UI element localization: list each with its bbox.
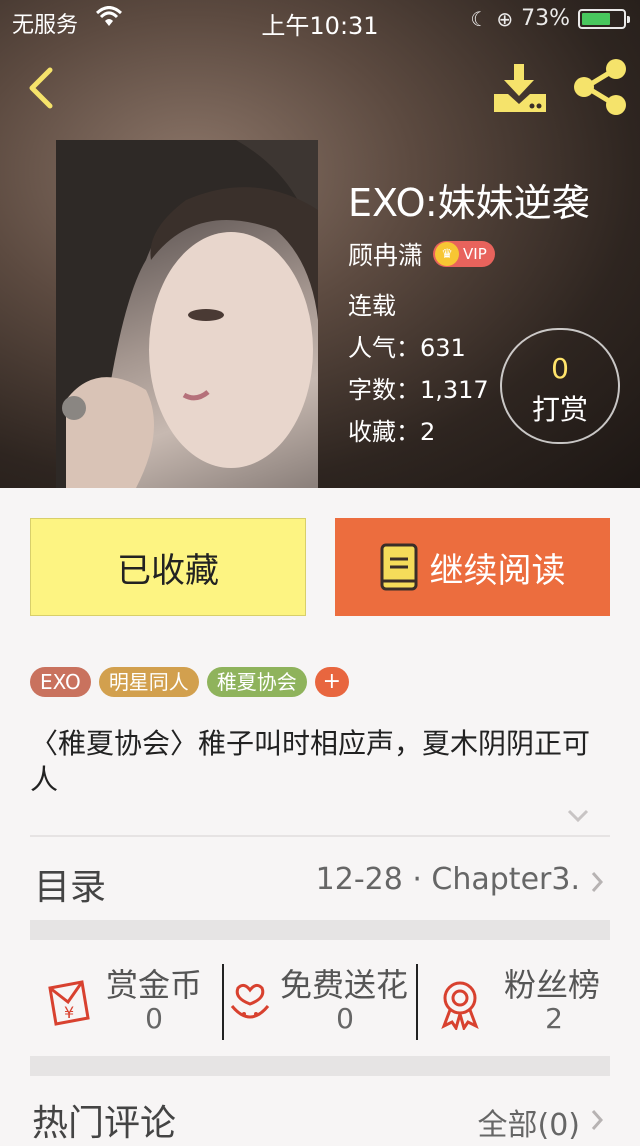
book-favorites: 收藏：2 — [348, 418, 436, 446]
flower-icon — [230, 983, 270, 1019]
section-separator — [30, 920, 610, 940]
chevron-down-icon[interactable] — [566, 808, 590, 824]
back-icon[interactable] — [22, 62, 66, 114]
red-envelope-icon: ¥ — [48, 980, 90, 1026]
book-popularity: 人气：631 — [348, 334, 466, 362]
stat-free-flower[interactable]: 免费送花 0 — [224, 958, 416, 1048]
book-cover-image[interactable] — [56, 140, 318, 488]
all-comments-link[interactable]: 全部(0) — [478, 1100, 581, 1144]
battery-percent: 73% — [521, 6, 570, 31]
latest-chapter: 12-28 · Chapter3. — [315, 862, 580, 897]
stat-value: 0 — [145, 1002, 163, 1035]
book-title: EXO:妹妹逆袭 — [348, 181, 590, 225]
vip-badge: ♛ VIP — [433, 241, 495, 267]
status-bar: 无服务 上午10:31 ☾ ⊕ 73% — [0, 0, 640, 40]
book-description: 〈稚夏协会〉稚子叫时相应声，夏木阴阴正可人 — [30, 727, 591, 796]
tag-item[interactable]: EXO — [30, 667, 91, 697]
battery-icon — [578, 8, 630, 29]
tag-item[interactable]: 明星同人 — [98, 667, 199, 697]
hot-comments-title: 热门评论 — [32, 1103, 177, 1144]
stat-label: 免费送花 — [280, 966, 409, 1004]
stat-value: 0 — [336, 1002, 354, 1035]
book-icon — [380, 543, 417, 591]
stat-gold-coin[interactable]: ¥ 赏金币 0 — [30, 958, 222, 1048]
share-icon[interactable] — [570, 58, 630, 116]
svg-text:¥: ¥ — [64, 1003, 74, 1022]
rotation-lock-icon: ⊕ — [496, 6, 514, 31]
book-header: 无服务 上午10:31 ☾ ⊕ 73% EXO:妹妹逆袭 顾冉潇 ♛ VIP 连… — [0, 0, 640, 488]
vip-label: VIP — [463, 245, 487, 263]
stats-row: ¥ 赏金币 0 免费送花 0 粉丝榜 2 — [30, 958, 610, 1048]
medal-icon — [441, 981, 479, 1030]
toc-label: 目录 — [34, 867, 107, 908]
stat-fan-ranking[interactable]: 粉丝榜 2 — [418, 958, 610, 1048]
author-name[interactable]: 顾冉潇 — [348, 236, 423, 272]
author-row: 顾冉潇 ♛ VIP — [348, 236, 495, 272]
stat-value: 2 — [545, 1002, 563, 1035]
book-word-count: 字数：1,317 — [348, 376, 489, 404]
download-icon[interactable] — [490, 60, 550, 114]
tag-item[interactable]: 稚夏协会 — [206, 667, 307, 697]
divider — [30, 835, 610, 837]
cover-illustration — [56, 140, 318, 488]
continue-reading-button[interactable]: 继续阅读 — [335, 518, 610, 616]
battery-fill — [582, 12, 611, 25]
moon-icon: ☾ — [470, 6, 489, 31]
favorited-button[interactable]: 已收藏 — [30, 518, 306, 616]
table-of-contents-row[interactable]: 目录 12-28 · Chapter3. — [30, 856, 610, 908]
reward-button[interactable]: 0 打赏 — [500, 328, 620, 444]
status-right: ☾ ⊕ 73% — [470, 6, 630, 31]
stat-label: 赏金币 — [106, 966, 203, 1004]
book-status: 连载 — [348, 292, 396, 320]
chevron-right-icon[interactable] — [590, 1108, 604, 1132]
reward-label: 打赏 — [531, 393, 588, 426]
add-tag-button[interactable]: + — [314, 667, 349, 697]
favorited-label: 已收藏 — [117, 550, 219, 591]
crown-icon: ♛ — [435, 242, 460, 266]
tag-list: EXO 明星同人 稚夏协会 + — [30, 667, 349, 697]
continue-reading-label: 继续阅读 — [429, 550, 566, 591]
reward-count: 0 — [551, 352, 569, 385]
chevron-right-icon — [591, 872, 604, 892]
hot-comments-header: 热门评论 全部(0) — [30, 1094, 610, 1144]
section-separator — [30, 1056, 610, 1076]
stat-label: 粉丝榜 — [504, 966, 601, 1004]
